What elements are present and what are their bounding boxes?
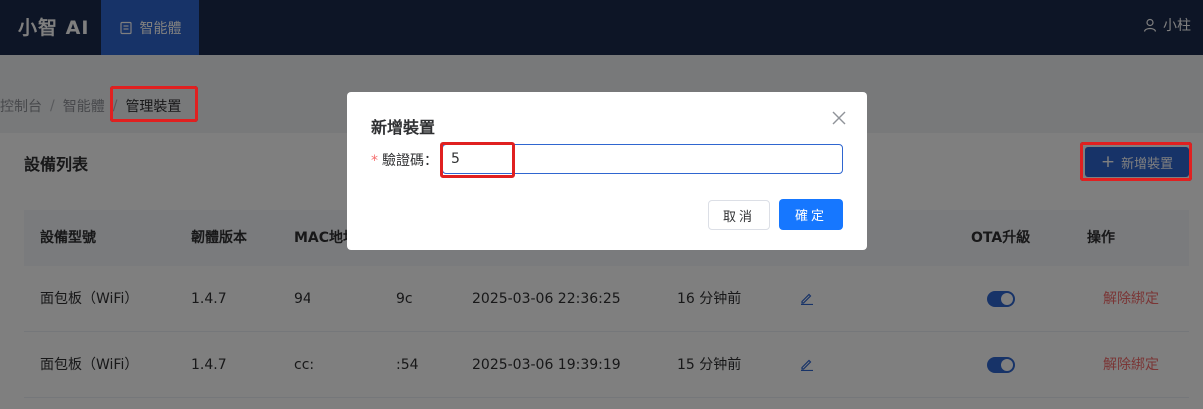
verification-code-label-text: 驗證碼： — [382, 153, 438, 169]
dialog-title: 新增裝置 — [371, 118, 436, 137]
required-mark: * — [371, 153, 378, 169]
confirm-button[interactable]: 確定 — [779, 199, 843, 230]
highlight-box-breadcrumb-top — [110, 86, 198, 122]
cancel-button[interactable]: 取消 — [708, 200, 770, 230]
verification-code-label: * 驗證碼： — [371, 150, 438, 170]
close-icon[interactable] — [831, 110, 847, 126]
highlight-box-code-input — [440, 142, 515, 178]
add-device-dialog: 新增裝置 * 驗證碼： 5 取消 確定 — [347, 92, 867, 250]
highlight-box-add-button-top — [1080, 142, 1192, 181]
